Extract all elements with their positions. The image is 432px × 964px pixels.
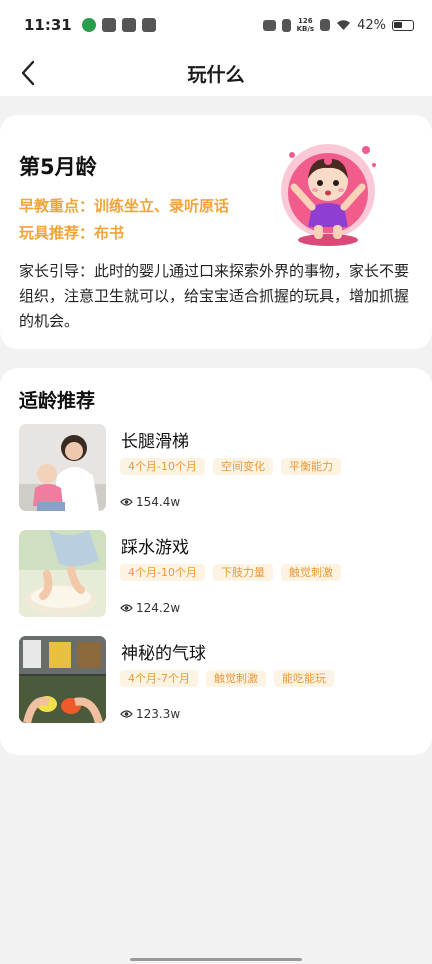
page-title: 玩什么 bbox=[187, 63, 245, 86]
sim-off-icon bbox=[320, 19, 331, 31]
parent-guide: 家长引导：此时的婴儿通过口来探索外界的事物，家长不要组织，注意卫生就可以，给宝宝… bbox=[19, 262, 410, 330]
eye-icon bbox=[120, 604, 133, 612]
game-name: 踩水游戏 bbox=[121, 538, 189, 558]
tag-age-range: 4个月-10个月 bbox=[120, 458, 205, 475]
view-count: 123.3w bbox=[120, 707, 180, 721]
back-button[interactable] bbox=[12, 56, 44, 90]
game-thumbnail bbox=[19, 636, 106, 723]
battery-percent: 42% bbox=[357, 17, 386, 33]
tag-skill: 下肢力量 bbox=[212, 564, 273, 581]
game-name: 长腿滑梯 bbox=[121, 432, 189, 452]
network-speed: 126 KB/s bbox=[296, 17, 315, 33]
view-count: 154.4w bbox=[120, 495, 180, 509]
recommend-card: 适龄推荐 长腿滑梯 4个月-10个月 空间变化 平衡能力 154.4w 踩水游戏… bbox=[0, 368, 432, 755]
tag-skill: 平衡能力 bbox=[280, 458, 341, 475]
view-count: 124.2w bbox=[120, 601, 180, 615]
camera-icon bbox=[262, 19, 276, 31]
baby-illustration bbox=[281, 144, 376, 246]
education-focus: 早教重点：训练坐立、录听原话 bbox=[19, 197, 230, 215]
game-thumbnail bbox=[19, 530, 106, 617]
tag-skill: 触觉刺激 bbox=[280, 564, 341, 581]
tag-skill: 能吃能玩 bbox=[273, 670, 334, 687]
eye-icon bbox=[120, 710, 133, 718]
status-bar: 11:31 126 KB/s 42% bbox=[0, 0, 432, 50]
link-notification-icon bbox=[121, 18, 136, 32]
stage-title: 第5月龄 bbox=[19, 155, 97, 179]
chevron-left-icon bbox=[21, 60, 35, 86]
game-item-long-leg-slide[interactable]: 长腿滑梯 4个月-10个月 空间变化 平衡能力 154.4w bbox=[19, 424, 419, 512]
tag-list: 4个月-10个月 下肢力量 触觉刺激 bbox=[120, 564, 341, 581]
tag-list: 4个月-7个月 触觉刺激 能吃能玩 bbox=[120, 670, 334, 687]
nav-bar: 玩什么 bbox=[0, 50, 432, 96]
wifi-icon bbox=[337, 20, 351, 30]
status-time: 11:31 bbox=[24, 16, 72, 34]
tag-skill: 空间变化 bbox=[212, 458, 273, 475]
game-name: 神秘的气球 bbox=[121, 644, 206, 664]
home-indicator[interactable] bbox=[130, 958, 302, 961]
app-notification-icon bbox=[81, 18, 96, 32]
tag-age-range: 4个月-7个月 bbox=[120, 670, 198, 687]
stage-card: 第5月龄 早教重点：训练坐立、录听原话 玩具推荐：布书 家长引导：此时的婴儿通过… bbox=[0, 115, 432, 349]
battery-icon bbox=[392, 19, 414, 31]
toy-recommendation: 玩具推荐：布书 bbox=[19, 224, 125, 242]
game-item-mystery-balloon[interactable]: 神秘的气球 4个月-7个月 触觉刺激 能吃能玩 123.3w bbox=[19, 636, 419, 724]
recommend-title: 适龄推荐 bbox=[19, 390, 96, 412]
eye-icon bbox=[120, 498, 133, 506]
game-item-water-stepping[interactable]: 踩水游戏 4个月-10个月 下肢力量 触觉刺激 124.2w bbox=[19, 530, 419, 618]
tag-age-range: 4个月-10个月 bbox=[120, 564, 205, 581]
vibrate-icon bbox=[281, 18, 291, 32]
tag-skill: 触觉刺激 bbox=[205, 670, 266, 687]
message-notification-icon bbox=[101, 18, 116, 32]
game-notification-icon bbox=[141, 18, 156, 32]
game-thumbnail bbox=[19, 424, 106, 511]
tag-list: 4个月-10个月 空间变化 平衡能力 bbox=[120, 458, 341, 475]
